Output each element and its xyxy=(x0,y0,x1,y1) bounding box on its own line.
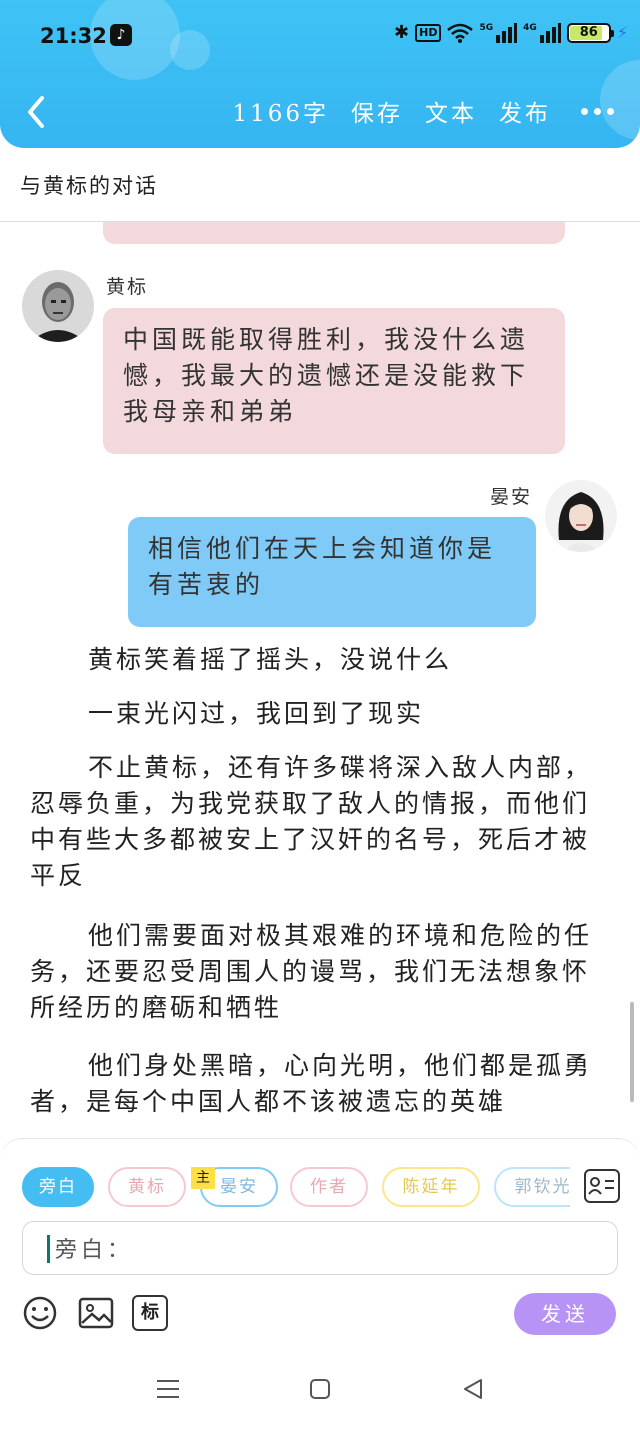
role-chip-author[interactable]: 作者 xyxy=(290,1167,368,1207)
scrollbar-thumb[interactable] xyxy=(630,1002,634,1102)
role-chip-chenyannian[interactable]: 陈延年 xyxy=(382,1167,480,1207)
network-4g-label: 4G xyxy=(523,22,537,33)
app-header: 21:32 ♪ ✱ HD 5G 4G 86 ⚡ 1166字 保存 文本 发布 xyxy=(0,0,640,148)
message-bubble[interactable]: 中国既能取得胜利，我没什么遗憾，我最大的遗憾还是没能救下我母亲和弟弟 xyxy=(103,308,565,454)
battery-percent: 86 xyxy=(579,24,598,40)
main-role-tag: 主 xyxy=(191,1167,215,1189)
tiktok-icon: ♪ xyxy=(110,24,132,46)
smiley-icon[interactable] xyxy=(22,1295,58,1331)
avatar-huangbiao[interactable] xyxy=(22,270,94,342)
role-selector: 旁白 黄标 晏安 作者 陈延年 郭钦光 xyxy=(22,1167,570,1207)
status-time: 21:32 xyxy=(40,24,107,48)
more-dots-icon[interactable] xyxy=(581,107,614,115)
message-bubble[interactable]: 相信他们在天上会知道你是有苦衷的 xyxy=(128,517,536,627)
role-chip-narration[interactable]: 旁白 xyxy=(22,1167,94,1207)
signal-4g-icon xyxy=(539,22,561,43)
image-icon[interactable] xyxy=(78,1295,114,1331)
battery-icon: 86 xyxy=(566,22,614,43)
menu-icon[interactable] xyxy=(156,1378,180,1404)
narration-paragraph: 他们身处黑暗，心向光明，他们都是孤勇者，是每个中国人都不该被遗忘的英雄 xyxy=(30,1051,593,1116)
contact-card-icon[interactable] xyxy=(584,1169,620,1203)
bluetooth-icon: ✱ xyxy=(394,22,410,43)
word-count: 1166字 xyxy=(232,101,329,127)
system-navigation-bar xyxy=(0,1350,640,1429)
chat-content[interactable]: 黄标 中国既能取得胜利，我没什么遗憾，我最大的遗憾还是没能救下我母亲和弟弟 晏安… xyxy=(0,222,640,1138)
input-role-label: 旁白： xyxy=(55,1238,134,1263)
avatar-yanan[interactable] xyxy=(545,480,617,552)
battery-tip xyxy=(610,29,614,37)
hd-icon: HD xyxy=(415,23,442,42)
status-icons: ✱ HD 5G 4G 86 ⚡ xyxy=(394,22,628,43)
status-bar: 21:32 ♪ ✱ HD 5G 4G 86 ⚡ xyxy=(0,14,640,60)
network-5g-label: 5G xyxy=(479,22,494,33)
document-title-bar: 与黄标的对话 xyxy=(0,148,640,222)
text-button[interactable]: 文本 xyxy=(425,94,477,128)
tag-icon[interactable]: 标 xyxy=(132,1295,168,1331)
editor-toolbar: 1166字 保存 文本 发布 xyxy=(232,94,614,128)
previous-message-bubble xyxy=(103,222,565,244)
home-icon[interactable] xyxy=(309,1378,331,1404)
send-button[interactable]: 发送 xyxy=(514,1293,616,1335)
narration-paragraph: 他们需要面对极其艰难的环境和危险的任务，还要忍受周围人的谩骂，我们无法想象怀所经… xyxy=(30,921,593,1022)
sender-name: 黄标 xyxy=(106,276,149,298)
compose-panel: 旁白 黄标 晏安 作者 陈延年 郭钦光 主 旁白： 标 发送 xyxy=(0,1138,640,1350)
role-chip-guoqinguang[interactable]: 郭钦光 xyxy=(494,1167,570,1207)
message-input[interactable]: 旁白： xyxy=(22,1221,618,1275)
sender-name: 晏安 xyxy=(490,486,533,508)
wifi-icon xyxy=(447,23,474,43)
role-chip-huangbiao[interactable]: 黄标 xyxy=(108,1167,186,1207)
publish-button[interactable]: 发布 xyxy=(499,94,551,128)
text-caret xyxy=(47,1235,50,1263)
narration-paragraph: 不止黄标，还有许多碟将深入敌人内部，忍辱负重，为我党获取了敌人的情报，而他们中有… xyxy=(30,753,593,890)
charging-icon: ⚡ xyxy=(616,23,628,42)
document-title[interactable]: 与黄标的对话 xyxy=(20,170,158,200)
signal-5g-icon xyxy=(495,22,518,43)
narration-paragraph: 黄标笑着摇了摇头，没说什么 xyxy=(88,645,453,674)
save-button[interactable]: 保存 xyxy=(351,94,403,128)
back-triangle-icon[interactable] xyxy=(462,1378,484,1404)
narration-paragraph: 一束光闪过，我回到了现实 xyxy=(88,699,425,728)
back-icon[interactable] xyxy=(22,94,52,130)
